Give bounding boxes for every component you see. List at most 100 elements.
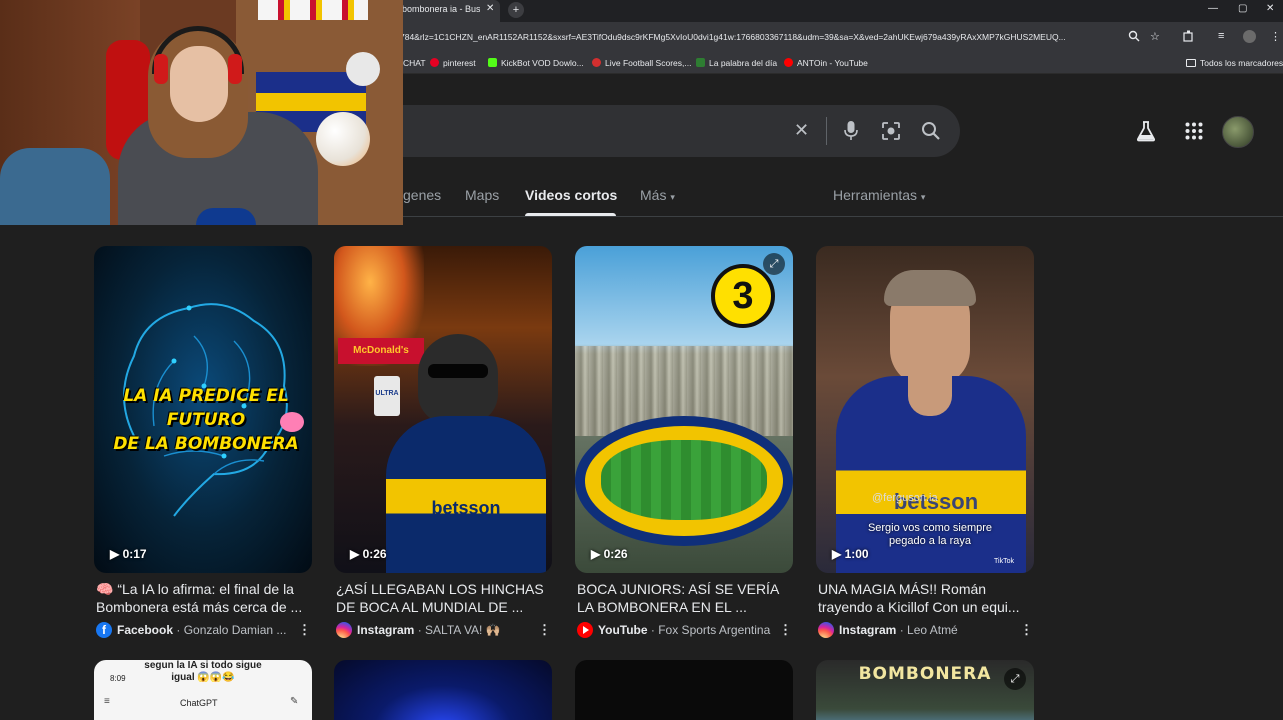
phone-clock: 8:09 [110, 674, 126, 683]
video-duration: ▶ 0:17 [110, 547, 147, 561]
player-hand [908, 356, 952, 416]
media-control-icon[interactable]: ≡ [1218, 30, 1224, 42]
word-of-day-icon [696, 58, 705, 67]
chevron-down-icon: ▾ [920, 192, 926, 202]
voice-search-icon[interactable] [843, 120, 859, 142]
menu-icon: ≡ [104, 696, 110, 707]
chair-back [0, 148, 110, 225]
pinterest-icon [430, 58, 439, 67]
video-title[interactable]: 🧠 “La IA lo afirma: el final de la Bombo… [96, 580, 312, 616]
youtube-icon [577, 622, 593, 638]
bookmark-item[interactable]: Live Football Scores,... [592, 58, 691, 68]
video-title[interactable]: BOCA JUNIORS: ASÍ SE VERÍA LA BOMBONERA … [577, 580, 793, 616]
expand-icon[interactable]: ⤢ [763, 253, 785, 275]
all-bookmarks-folder[interactable]: Todos los marcadores [1186, 58, 1283, 68]
more-options-icon[interactable]: ⋮ [779, 622, 792, 638]
account-avatar[interactable] [1222, 116, 1254, 148]
video-duration: ▶ 1:00 [832, 547, 869, 561]
video-thumbnail[interactable]: LA IA PREDICE EL FUTURO DE LA BOMBONERA … [94, 246, 312, 573]
video-thumbnail[interactable]: segun la IA si todo sigue igual 😱😱😂 8:09… [94, 660, 312, 720]
close-window-icon[interactable]: ✕ [1266, 3, 1274, 14]
expand-icon[interactable]: ⤢ [1004, 668, 1026, 690]
search-divider [826, 117, 827, 145]
address-bar[interactable]: 784&rlz=1C1CHZN_enAR1152AR1152&sxsrf=AE3… [400, 32, 1122, 42]
minimize-icon[interactable]: — [1208, 3, 1218, 14]
bookmark-item[interactable]: CHAT [403, 58, 426, 68]
screen: bombonera ia - Buscar con Google ✕ + — ▢… [0, 0, 1283, 720]
tab-more[interactable]: Más ▾ [640, 187, 675, 203]
watermark-handle: @ferguson.ia [872, 492, 938, 504]
more-options-icon[interactable]: ⋮ [1020, 622, 1033, 638]
folder-icon [1186, 59, 1196, 67]
headphone-cup [154, 54, 168, 84]
brain-emoji-icon [280, 412, 304, 432]
tiktok-watermark: TikTok [994, 558, 1014, 565]
video-thumbnail[interactable]: 3 ⤢ ▶ 0:26 [575, 246, 793, 573]
headphone-cup [228, 54, 242, 84]
new-tab-button[interactable]: + [508, 2, 524, 18]
video-title[interactable]: UNA MAGIA MÁS!! Román trayendo a Kicillo… [818, 580, 1034, 616]
bookmark-item[interactable]: pinterest [430, 58, 476, 68]
video-source[interactable]: YouTube · Fox Sports Argentina [577, 622, 793, 638]
profile-icon[interactable] [1243, 30, 1256, 43]
lens-search-icon[interactable] [880, 120, 902, 142]
google-apps-icon[interactable] [1185, 122, 1203, 140]
source-name: Instagram · Leo Atmé [839, 623, 958, 637]
extensions-icon[interactable] [1183, 30, 1195, 42]
ball-row [258, 0, 368, 20]
live-score-icon [592, 58, 601, 67]
instagram-icon [336, 622, 352, 638]
beer-can: ULTRA [374, 376, 400, 416]
video-source[interactable]: Instagram · SALTA VA! 🙌🏼 [336, 622, 552, 638]
thumbnail-overlay-text: BOMBONERA [858, 664, 992, 684]
more-options-icon[interactable]: ⋮ [538, 622, 551, 638]
source-name: Instagram · SALTA VA! 🙌🏼 [357, 623, 501, 637]
clear-search-icon[interactable]: ✕ [794, 120, 809, 141]
more-options-icon[interactable]: ⋮ [298, 622, 311, 638]
edit-icon: ✎ [290, 696, 299, 707]
bookmark-item[interactable]: KickBot VOD Dowlo... [488, 58, 584, 68]
chatgpt-label: ChatGPT [180, 698, 218, 708]
zoom-icon[interactable] [1128, 30, 1140, 42]
bookmark-item[interactable]: La palabra del día [696, 58, 777, 68]
tab-images[interactable]: genes [403, 187, 441, 203]
mcdonalds-sign: McDonald's [338, 338, 424, 364]
video-source[interactable]: f Facebook · Gonzalo Damian ... [96, 622, 312, 638]
tab-maps[interactable]: Maps [465, 187, 499, 203]
gorilla-head [418, 334, 498, 424]
football [316, 112, 370, 166]
tools-button[interactable]: Herramientas ▾ [833, 187, 925, 203]
video-title[interactable]: ¿ASÍ LLEGABAN LOS HINCHAS DE BOCA AL MUN… [336, 580, 552, 616]
video-thumbnail[interactable]: BOMBONERA ⤢ [816, 660, 1034, 720]
tab-short-videos[interactable]: Videos cortos [525, 187, 617, 203]
labs-flask-icon[interactable] [1135, 120, 1157, 142]
tab-title: bombonera ia - Buscar con Google [402, 4, 480, 14]
maximize-icon[interactable]: ▢ [1238, 3, 1247, 14]
microphone [196, 208, 256, 225]
boca-jersey [386, 416, 546, 573]
thumbnail-overlay-text: LA IA PREDICE EL FUTURO DE LA BOMBONERA [113, 386, 299, 454]
sunglasses [428, 364, 488, 378]
bookmark-item[interactable]: ANTOin - YouTube [784, 58, 868, 68]
search-input[interactable]: ✕ [380, 105, 960, 157]
video-thumbnail[interactable]: McDonald's ULTRA betsson ▶ 0:26 [334, 246, 552, 573]
video-duration: ▶ 0:26 [350, 547, 387, 561]
video-duration: ▶ 0:26 [591, 547, 628, 561]
tab-close-icon[interactable]: ✕ [486, 3, 494, 14]
video-thumbnail[interactable]: betsson @ferguson.ia Sergio vos como sie… [816, 246, 1034, 573]
stadium-pitch [601, 440, 767, 520]
browser-tab[interactable]: bombonera ia - Buscar con Google ✕ [392, 0, 500, 22]
menu-kebab-icon[interactable]: ⋮ [1270, 30, 1281, 43]
player-hair [884, 270, 976, 306]
video-thumbnail[interactable] [334, 660, 552, 720]
webcam-overlay [0, 0, 403, 225]
youtube-icon [784, 58, 793, 67]
video-thumbnail[interactable] [575, 660, 793, 720]
search-icon[interactable] [920, 120, 942, 142]
source-name: YouTube · Fox Sports Argentina [598, 623, 771, 637]
video-source[interactable]: Instagram · Leo Atmé [818, 622, 1034, 638]
video-caption: Sergio vos como siempre pegado a la raya [867, 522, 993, 547]
instagram-icon [818, 622, 834, 638]
number-badge: 3 [711, 264, 775, 328]
bookmark-star-icon[interactable]: ☆ [1150, 30, 1160, 43]
